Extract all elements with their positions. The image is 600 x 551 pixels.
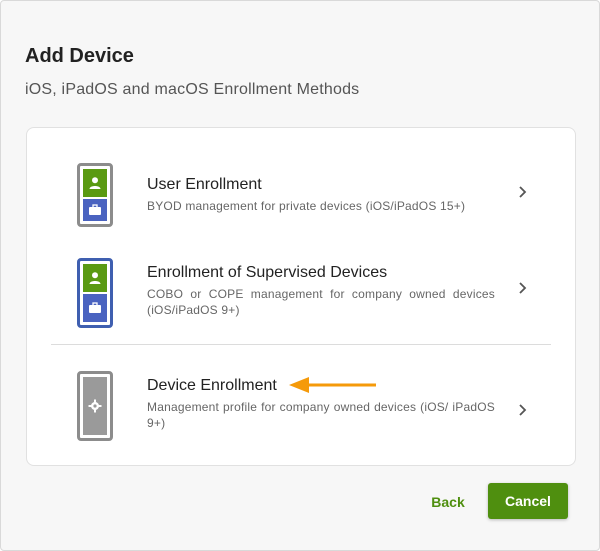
briefcase-icon — [83, 199, 107, 221]
cancel-button[interactable]: Cancel — [488, 483, 568, 519]
chevron-right-icon — [519, 404, 527, 416]
phone-user-briefcase-icon — [77, 163, 113, 227]
briefcase-icon — [83, 294, 107, 322]
gear-icon — [83, 377, 107, 435]
option-device-enrollment[interactable]: Device Enrollment Management profile for… — [27, 345, 575, 465]
chevron-right-icon — [519, 186, 527, 198]
option-description: BYOD management for private devices (iOS… — [147, 199, 466, 213]
option-description: Management profile for company owned dev… — [147, 400, 495, 430]
phone-supervised-icon — [77, 258, 113, 328]
user-icon — [83, 264, 107, 292]
option-supervised-enrollment[interactable]: Enrollment of Supervised Devices COBO or… — [27, 238, 575, 344]
dialog-title: Add Device — [25, 45, 134, 67]
option-user-enrollment[interactable]: User Enrollment BYOD management for priv… — [27, 128, 575, 238]
option-title: Device Enrollment — [147, 377, 277, 394]
user-icon — [83, 169, 107, 197]
add-device-dialog: Add Device iOS, iPadOS and macOS Enrollm… — [0, 0, 600, 551]
chevron-right-icon — [519, 282, 527, 294]
pointer-arrow-icon — [289, 377, 376, 393]
option-description: COBO or COPE management for company owne… — [147, 287, 495, 317]
option-title: Enrollment of Supervised Devices — [147, 264, 388, 281]
option-title: User Enrollment — [147, 176, 262, 193]
back-button[interactable]: Back — [423, 485, 473, 519]
enrollment-methods-card: User Enrollment BYOD management for priv… — [26, 127, 576, 466]
dialog-subtitle: iOS, iPadOS and macOS Enrollment Methods — [25, 81, 360, 98]
phone-gear-icon — [77, 371, 113, 441]
